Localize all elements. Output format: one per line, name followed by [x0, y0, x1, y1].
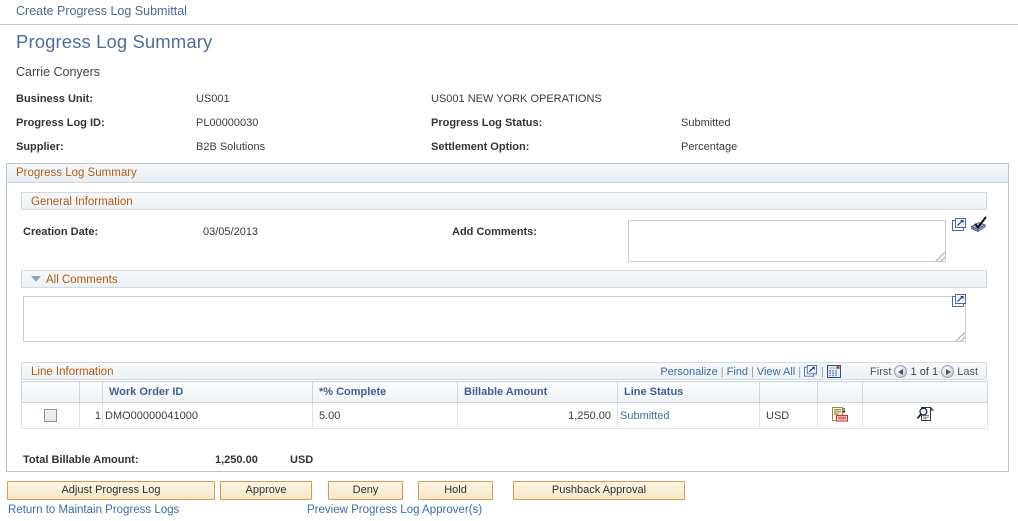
settlement-option-value: Percentage [681, 141, 738, 153]
line-details-icon[interactable] [832, 406, 848, 422]
preview-progress-log-approvers-link[interactable]: Preview Progress Log Approver(s) [307, 504, 482, 516]
add-comments-input[interactable] [628, 220, 946, 262]
breadcrumb-create-progress-log-submittal[interactable]: Create Progress Log Submittal [16, 4, 187, 18]
general-information-header: General Information [21, 192, 987, 210]
pushback-approval-button[interactable]: Pushback Approval [513, 481, 685, 500]
grid-header-row: Work Order ID *% Complete Billable Amoun… [21, 381, 988, 403]
col-pct-complete-link[interactable]: *% Complete [319, 386, 386, 398]
breadcrumb-bar: Create Progress Log Submittal [0, 0, 1018, 25]
previous-row-icon[interactable] [894, 365, 908, 378]
pager-position: 1 of 1 [910, 366, 939, 378]
col-rownum [79, 381, 103, 403]
deny-button[interactable]: Deny [328, 481, 403, 500]
business-unit-description: US001 NEW YORK OPERATIONS [431, 93, 602, 105]
col-billable-amount[interactable]: Billable Amount [457, 381, 618, 403]
user-name: Carrie Conyers [16, 65, 101, 79]
col-line-status-link[interactable]: Line Status [624, 386, 683, 398]
row-document-search-cell[interactable] [862, 402, 988, 429]
collapse-arrow-icon[interactable] [31, 275, 41, 282]
line-information-title: Line Information [31, 366, 114, 378]
line-information-grid: Work Order ID *% Complete Billable Amoun… [21, 381, 988, 429]
settlement-option-label: Settlement Option: [431, 141, 530, 153]
col-search-icon [862, 381, 988, 403]
page-root: Create Progress Log Submittal Progress L… [0, 0, 1018, 521]
line-information-header: Line Information Personalize | Find | View A… [21, 362, 987, 380]
personalize-link[interactable]: Personalize [660, 366, 717, 378]
progress-log-status-value: Submitted [681, 117, 731, 129]
row-line-status-link[interactable]: Submitted [620, 410, 670, 422]
spell-check-icon[interactable] [970, 216, 988, 233]
document-search-icon[interactable] [916, 406, 934, 422]
col-line-status[interactable]: Line Status [617, 381, 760, 403]
progress-log-id-value: PL00000030 [196, 117, 259, 129]
all-comments-panel: All Comments [21, 270, 987, 288]
adjust-progress-log-button[interactable]: Adjust Progress Log [7, 481, 215, 500]
row-pct-complete: 5.00 [312, 402, 458, 429]
all-comments-header[interactable]: All Comments [21, 270, 987, 288]
business-unit-value: US001 [196, 93, 230, 105]
progress-log-status-label: Progress Log Status: [431, 117, 543, 129]
hold-button[interactable]: Hold [418, 481, 493, 500]
row-number: 1 [79, 402, 103, 429]
row-work-order-id: DMO00000041000 [102, 402, 313, 429]
supplier-label: Supplier: [16, 141, 64, 153]
col-pct-complete[interactable]: *% Complete [312, 381, 458, 403]
approve-button[interactable]: Approve [220, 481, 312, 500]
find-link[interactable]: Find [727, 366, 748, 378]
all-comments-title: All Comments [46, 274, 118, 286]
col-detail-icon [817, 381, 863, 403]
grid-toolbar: Personalize | Find | View All | | First … [660, 363, 978, 382]
add-comments-expand-icon[interactable] [952, 218, 967, 232]
row-select-checkbox[interactable] [44, 409, 57, 422]
return-to-maintain-progress-logs-link[interactable]: Return to Maintain Progress Logs [8, 504, 179, 516]
total-billable-amount-currency: USD [290, 454, 314, 466]
row-line-details-cell[interactable] [817, 402, 863, 429]
row-select-cell[interactable] [21, 402, 80, 429]
pager-last-label[interactable]: Last [957, 366, 978, 378]
row-billable-amount: 1,250.00 [457, 402, 618, 429]
pager-first-label[interactable]: First [870, 366, 891, 378]
progress-log-id-label: Progress Log ID: [16, 117, 105, 129]
table-row: 1 DMO00000041000 5.00 1,250.00 Submitted… [21, 402, 988, 429]
progress-log-summary-panel: Progress Log Summary General Information… [6, 163, 1009, 472]
col-work-order-id[interactable]: Work Order ID [102, 381, 313, 403]
business-unit-label: Business Unit: [16, 93, 94, 105]
all-comments-input[interactable] [23, 296, 966, 342]
progress-log-summary-header: Progress Log Summary [7, 164, 1008, 183]
col-currency [759, 381, 818, 403]
total-billable-amount-label: Total Billable Amount: [23, 454, 139, 466]
page-title: Progress Log Summary [16, 31, 213, 52]
view-all-link[interactable]: View All [757, 366, 795, 378]
row-currency: USD [759, 402, 818, 429]
creation-date-value: 03/05/2013 [203, 226, 259, 238]
line-information-header-wrap: Line Information Personalize | Find | View A… [21, 362, 987, 381]
next-row-icon[interactable] [941, 365, 955, 378]
row-line-status-cell[interactable]: Submitted [617, 402, 760, 429]
all-comments-expand-icon[interactable] [952, 294, 967, 308]
col-select [21, 381, 80, 403]
supplier-value: B2B Solutions [196, 141, 266, 153]
col-work-order-id-link[interactable]: Work Order ID [109, 386, 183, 398]
total-billable-amount-value: 1,250.00 [215, 454, 258, 466]
col-billable-amount-link[interactable]: Billable Amount [464, 386, 547, 398]
general-information-header-wrap: General Information [21, 192, 987, 211]
add-comments-label: Add Comments: [452, 226, 537, 238]
creation-date-label: Creation Date: [23, 226, 99, 238]
